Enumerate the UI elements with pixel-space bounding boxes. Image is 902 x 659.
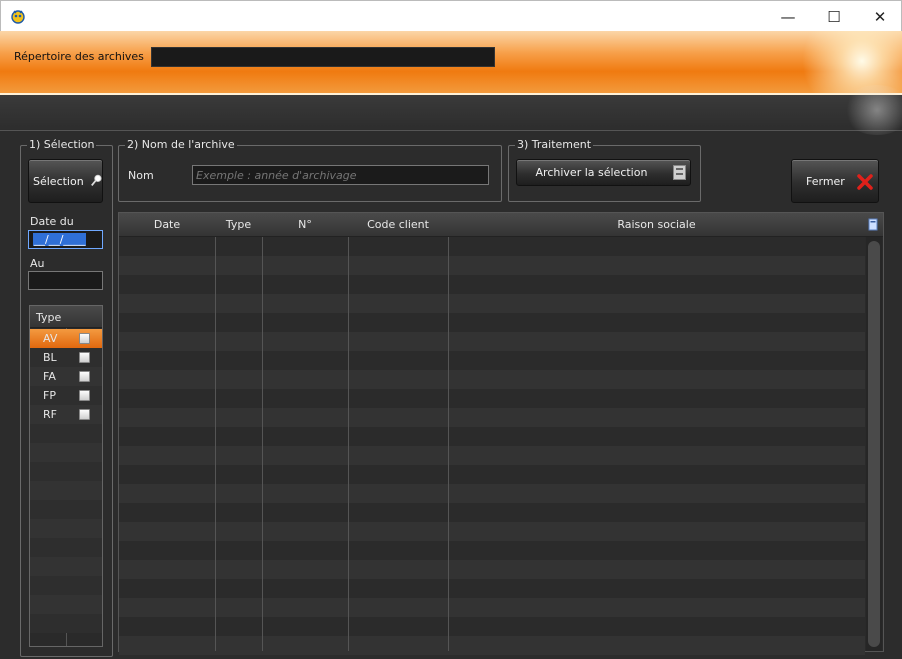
close-icon: ✕ <box>873 7 887 26</box>
app-icon <box>11 10 25 24</box>
table-row[interactable] <box>119 408 865 427</box>
selection-legend: 1) Sélection <box>27 138 97 151</box>
title-bar: — ☐ ✕ <box>0 0 902 31</box>
archive-button-label: Archiver la sélection <box>535 166 648 179</box>
type-empty-row <box>30 519 102 538</box>
table-row[interactable] <box>119 351 865 370</box>
type-checkbox[interactable] <box>79 371 90 382</box>
band-glow <box>842 85 902 135</box>
type-row[interactable]: BL <box>30 348 102 367</box>
type-code: BL <box>43 351 57 364</box>
archive-name-legend: 2) Nom de l'archive <box>125 138 237 151</box>
type-checkbox[interactable] <box>79 390 90 401</box>
column-divider <box>348 237 349 651</box>
maximize-icon: ☐ <box>827 7 841 26</box>
type-checkbox[interactable] <box>79 409 90 420</box>
date-from-field[interactable]: __/__/____ <box>28 230 103 249</box>
vertical-scrollbar[interactable] <box>866 237 882 651</box>
minimize-button[interactable]: — <box>765 1 811 32</box>
type-code: FP <box>43 389 56 402</box>
processing-legend: 3) Traitement <box>515 138 594 151</box>
table-row[interactable] <box>119 636 865 655</box>
type-code: FA <box>43 370 56 383</box>
archive-name-input[interactable] <box>192 165 489 185</box>
header-banner: Répertoire des archives <box>0 31 902 93</box>
type-header-label: Type <box>36 311 62 324</box>
close-window-button[interactable]: ✕ <box>857 1 902 32</box>
type-empty-row <box>30 595 102 614</box>
repo-path-field[interactable] <box>151 47 495 67</box>
table-row[interactable] <box>119 427 865 446</box>
close-button[interactable]: Fermer <box>791 159 879 203</box>
type-code: AV <box>43 332 58 345</box>
column-client-code[interactable]: Code client <box>348 213 448 237</box>
type-checkbox[interactable] <box>79 352 90 363</box>
scrollbar-thumb[interactable] <box>868 241 880 647</box>
table-row[interactable] <box>119 617 865 636</box>
table-row[interactable] <box>119 256 865 275</box>
table-row[interactable] <box>119 560 865 579</box>
table-header: Date Type N° Code client Raison sociale <box>119 213 883 237</box>
column-number[interactable]: N° <box>262 213 348 237</box>
column-divider <box>262 237 263 651</box>
type-empty-row <box>30 500 102 519</box>
type-list-header: Type <box>30 306 102 328</box>
type-empty-row <box>30 538 102 557</box>
column-company-name[interactable]: Raison sociale <box>448 213 865 237</box>
repo-label: Répertoire des archives <box>14 50 144 63</box>
column-divider <box>215 237 216 651</box>
archive-box-icon <box>673 165 686 180</box>
banner-glow <box>802 31 902 93</box>
type-empty-row <box>30 576 102 595</box>
type-empty-row <box>30 557 102 576</box>
minimize-icon: — <box>780 7 796 26</box>
selection-button-label: Sélection <box>33 174 84 188</box>
type-empty-row <box>30 443 102 462</box>
table-row[interactable] <box>119 522 865 541</box>
header-band <box>0 85 902 135</box>
column-chooser-icon[interactable] <box>868 218 878 231</box>
table-row[interactable] <box>119 484 865 503</box>
red-x-icon <box>857 174 873 190</box>
close-button-label: Fermer <box>806 174 845 188</box>
table-row[interactable] <box>119 332 865 351</box>
type-row[interactable]: RF <box>30 405 102 424</box>
type-row[interactable]: FP <box>30 386 102 405</box>
date-from-value: __/__/____ <box>33 233 87 246</box>
type-checkbox[interactable] <box>79 333 90 344</box>
type-row[interactable]: AV <box>30 329 102 348</box>
table-row[interactable] <box>119 579 865 598</box>
date-to-label: Au <box>30 257 45 270</box>
type-list: Type AV BL FA FP RF <box>29 305 103 647</box>
table-row[interactable] <box>119 446 865 465</box>
table-row[interactable] <box>119 503 865 522</box>
column-type[interactable]: Type <box>215 213 262 237</box>
archive-table: Date Type N° Code client Raison sociale <box>118 212 884 655</box>
table-row[interactable] <box>119 465 865 484</box>
table-row[interactable] <box>119 294 865 313</box>
table-row[interactable] <box>119 541 865 560</box>
selection-button[interactable]: Sélection <box>28 159 103 203</box>
table-row[interactable] <box>119 598 865 617</box>
date-from-label: Date du <box>30 215 74 228</box>
column-date[interactable]: Date <box>119 213 215 237</box>
archive-name-label: Nom <box>128 169 154 182</box>
table-row[interactable] <box>119 237 865 256</box>
table-row[interactable] <box>119 389 865 408</box>
table-row[interactable] <box>119 313 865 332</box>
archive-selection-button[interactable]: Archiver la sélection <box>516 159 691 186</box>
table-row[interactable] <box>119 370 865 389</box>
maximize-button[interactable]: ☐ <box>811 1 857 32</box>
magnifier-icon <box>90 174 102 186</box>
type-empty-row <box>30 614 102 633</box>
type-code: RF <box>43 408 57 421</box>
date-to-field[interactable] <box>28 271 103 290</box>
type-empty-row <box>30 462 102 481</box>
table-row[interactable] <box>119 275 865 294</box>
type-empty-row <box>30 481 102 500</box>
column-divider <box>448 237 449 651</box>
type-empty-row <box>30 424 102 443</box>
type-row[interactable]: FA <box>30 367 102 386</box>
